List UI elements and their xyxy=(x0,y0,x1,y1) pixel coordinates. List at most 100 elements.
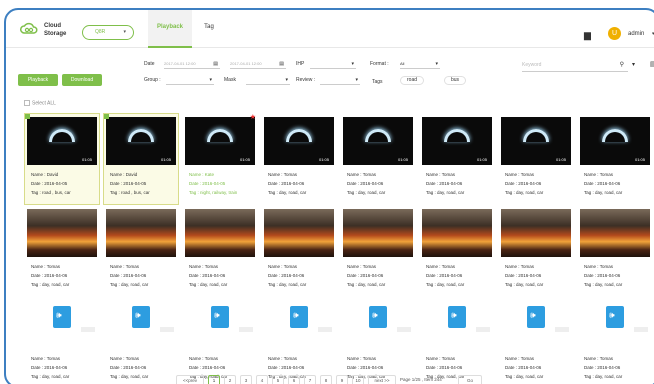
media-card[interactable]: 🕪 Name : Tomas Date : 2016-04-06 Tag : d… xyxy=(25,298,99,384)
media-card[interactable]: 01:05 Name : Tomas Date : 2016-04-06 Tag… xyxy=(499,114,573,204)
storage-select[interactable]: Q8R ▾ xyxy=(82,25,134,40)
audio-thumbnail[interactable]: 🕪 xyxy=(422,301,492,349)
audio-thumbnail[interactable]: 🕪 xyxy=(343,301,413,349)
chevron-down-icon: ▾ xyxy=(123,29,126,35)
image-thumbnail[interactable] xyxy=(580,209,650,257)
media-card[interactable]: Name : Tomas Date : 2016-04-06 Tag : day… xyxy=(104,206,178,296)
ihp-select[interactable]: ▾ xyxy=(310,60,356,69)
media-card[interactable]: Name : Tomas Date : 2016-04-06 Tag : day… xyxy=(25,206,99,296)
chevron-down-icon[interactable]: ▾ xyxy=(632,61,635,68)
media-card[interactable]: 01:05 ★ Name : Kate Date : 2016-04-05 Ta… xyxy=(183,114,257,204)
format-tag xyxy=(555,327,569,332)
image-thumbnail[interactable] xyxy=(422,209,492,257)
page-button[interactable]: 1 xyxy=(208,375,220,384)
playback-button[interactable]: Playback xyxy=(18,74,58,86)
select-all-checkbox[interactable]: Select ALL xyxy=(24,100,56,106)
image-thumbnail[interactable] xyxy=(106,209,176,257)
video-thumbnail[interactable]: 01:05 xyxy=(27,117,97,165)
page-button[interactable]: 7 xyxy=(304,375,316,384)
page-button[interactable]: 6 xyxy=(288,375,300,384)
list-view-icon[interactable]: ▤ xyxy=(650,60,654,68)
tunnel-light xyxy=(128,129,154,142)
mask-select[interactable]: ▾ xyxy=(246,76,290,85)
review-select[interactable]: ▾ xyxy=(320,76,360,85)
audio-thumbnail[interactable]: 🕪 xyxy=(264,301,334,349)
media-card[interactable]: 01:05 Name : Tomas Date : 2016-04-06 Tag… xyxy=(420,114,494,204)
user-name[interactable]: admin xyxy=(628,31,644,37)
page-button[interactable]: 10 xyxy=(352,375,364,384)
media-card[interactable]: Name : Tomas Date : 2016-04-06 Tag : day… xyxy=(499,206,573,296)
date-from-field[interactable]: 2017-04-01 12:00 ▤ xyxy=(164,60,220,69)
media-card[interactable]: 🕪 Name : Tomas Date : 2016-04-06 Tag : d… xyxy=(183,298,257,384)
tab-tag[interactable]: Tag xyxy=(196,10,222,48)
checkbox-checked-icon[interactable] xyxy=(25,114,30,119)
date-label: Date xyxy=(347,273,357,278)
audio-thumbnail[interactable]: 🕪 xyxy=(185,301,255,349)
video-thumbnail[interactable]: 01:05 xyxy=(501,117,571,165)
media-card[interactable]: Name : Tomas Date : 2016-04-06 Tag : day… xyxy=(183,206,257,296)
media-card[interactable]: 🕪 Name : Tomas Date : 2016-04-06 Tag : d… xyxy=(262,298,336,384)
image-thumbnail[interactable] xyxy=(185,209,255,257)
page-button[interactable]: 9 xyxy=(336,375,348,384)
video-thumbnail[interactable]: 01:05 xyxy=(185,117,255,165)
image-thumbnail[interactable] xyxy=(501,209,571,257)
audio-thumbnail[interactable]: 🕪 xyxy=(501,301,571,349)
media-card[interactable]: Name : Tomas Date : 2016-04-06 Tag : day… xyxy=(420,206,494,296)
video-thumbnail[interactable]: 01:05 xyxy=(580,117,650,165)
media-card[interactable]: 🕪 Name : Tomas Date : 2016-04-06 Tag : d… xyxy=(499,298,573,384)
media-card[interactable]: 01:05 Name : David Date : 2016-04-05 Tag… xyxy=(103,113,179,205)
card-name-row: Name : Tomas xyxy=(505,172,534,177)
audio-thumbnail[interactable]: 🕪 xyxy=(580,301,650,349)
media-card[interactable]: 🕪 Name : Tomas Date : 2016-04-06 Tag : d… xyxy=(104,298,178,384)
go-button[interactable]: Go xyxy=(458,375,482,384)
media-card[interactable]: 01:05 Name : Tomas Date : 2016-04-06 Tag… xyxy=(262,114,336,204)
media-card[interactable]: 🕪 Name : Tomas Date : 2016-04-06 Tag : d… xyxy=(420,298,494,384)
video-thumbnail[interactable]: 01:05 xyxy=(343,117,413,165)
message-icon[interactable]: ▆ xyxy=(584,30,591,41)
tag-chip-road[interactable]: road xyxy=(400,76,425,85)
card-name-row: Name : Tomas xyxy=(347,356,376,361)
image-thumbnail[interactable] xyxy=(264,209,334,257)
group-select[interactable]: ▾ xyxy=(166,76,214,85)
card-info: Name : Tomas Date : 2016-04-06 Tag : day… xyxy=(110,354,148,381)
page-button[interactable]: 8 xyxy=(320,375,332,384)
page-button[interactable]: 4 xyxy=(256,375,268,384)
image-thumbnail[interactable] xyxy=(27,209,97,257)
name-label: Name xyxy=(347,264,360,269)
search-icon[interactable]: ⚲ xyxy=(620,60,624,71)
media-card[interactable]: 01:05 Name : Tomas Date : 2016-04-06 Tag… xyxy=(341,114,415,204)
tag-chip-bus[interactable]: bus xyxy=(444,76,467,85)
page-button[interactable]: 5 xyxy=(272,375,284,384)
card-tag-row: Tag : road , bus, car xyxy=(110,190,150,195)
video-thumbnail[interactable]: 01:05 xyxy=(422,117,492,165)
audio-thumbnail[interactable]: 🕪 xyxy=(27,301,97,349)
video-thumbnail[interactable]: 01:05 xyxy=(106,117,176,165)
media-card[interactable]: Name : Tomas Date : 2016-04-06 Tag : day… xyxy=(262,206,336,296)
media-card[interactable]: Name : Tomas Date : 2016-04-06 Tag : day… xyxy=(341,206,415,296)
prev-page-button[interactable]: <<prev xyxy=(176,375,204,384)
media-card[interactable]: 🕪 Name : Tomas Date : 2016-04-06 Tag : d… xyxy=(341,298,415,384)
video-thumbnail[interactable]: 01:05 xyxy=(264,117,334,165)
download-button[interactable]: Download xyxy=(62,74,102,86)
next-page-button[interactable]: next >> xyxy=(368,375,396,384)
page-button[interactable]: 2 xyxy=(224,375,236,384)
date-to-field[interactable]: 2017-04-01 12:00 ▤ xyxy=(230,60,286,69)
page-button[interactable]: 3 xyxy=(240,375,252,384)
image-thumbnail[interactable] xyxy=(343,209,413,257)
tag-label: Tag xyxy=(584,282,592,287)
media-card[interactable]: 01:05 Name : Tomas Date : 2016-04-06 Tag… xyxy=(578,114,652,204)
audio-thumbnail[interactable]: 🕪 xyxy=(106,301,176,349)
card-date: 2016-04-06 xyxy=(360,181,384,186)
keyword-input[interactable]: Keyword ⚲ xyxy=(522,60,628,72)
name-label: Name xyxy=(189,264,202,269)
tab-playback[interactable]: Playback xyxy=(148,10,192,48)
media-card[interactable]: 🕪 Name : Tomas Date : 2016-04-06 Tag : d… xyxy=(578,298,652,384)
media-card[interactable]: 01:05 Name : David Date : 2016-04-05 Tag… xyxy=(24,113,100,205)
media-card[interactable]: Name : Tomas Date : 2016-04-06 Tag : day… xyxy=(578,206,652,296)
card-name: Tomas xyxy=(599,356,613,361)
checkbox-checked-icon[interactable] xyxy=(104,114,109,119)
format-select[interactable]: All ▾ xyxy=(400,60,440,69)
name-label: Name xyxy=(584,356,597,361)
star-icon[interactable]: ★ xyxy=(250,114,256,121)
avatar[interactable]: U xyxy=(608,27,621,40)
